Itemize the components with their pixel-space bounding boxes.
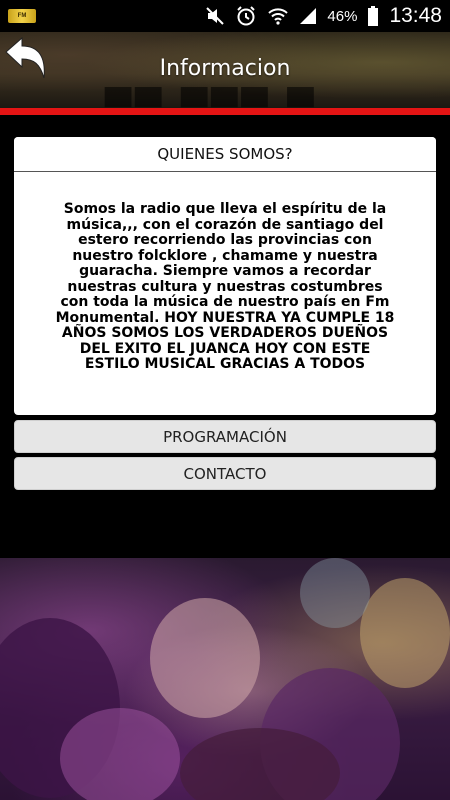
app-header: ▀▀ ▀▀▀ ▀ Informacion [0, 32, 450, 108]
programacion-button[interactable]: PROGRAMACIÓN [14, 420, 436, 453]
header-accent-bar [0, 108, 450, 115]
battery-icon [367, 6, 379, 26]
card-body-text: Somos la radio que lleva el espíritu de … [55, 201, 395, 372]
status-bar: FM 46% 13:48 [0, 0, 450, 32]
background-photo [0, 558, 450, 800]
contacto-button[interactable]: CONTACTO [14, 457, 436, 490]
alarm-icon [235, 5, 257, 27]
clock: 13:48 [389, 4, 442, 27]
card-heading: QUIENES SOMOS? [14, 137, 436, 172]
battery-percent: 46% [327, 7, 358, 25]
header-background-image: ▀▀ ▀▀▀ ▀ [105, 88, 318, 108]
info-card: QUIENES SOMOS? Somos la radio que lleva … [14, 137, 436, 415]
app-notification-icon: FM [8, 9, 36, 23]
wifi-icon [267, 6, 289, 26]
signal-icon [299, 7, 317, 25]
mute-icon [205, 6, 225, 26]
page-title: Informacion [159, 56, 291, 81]
